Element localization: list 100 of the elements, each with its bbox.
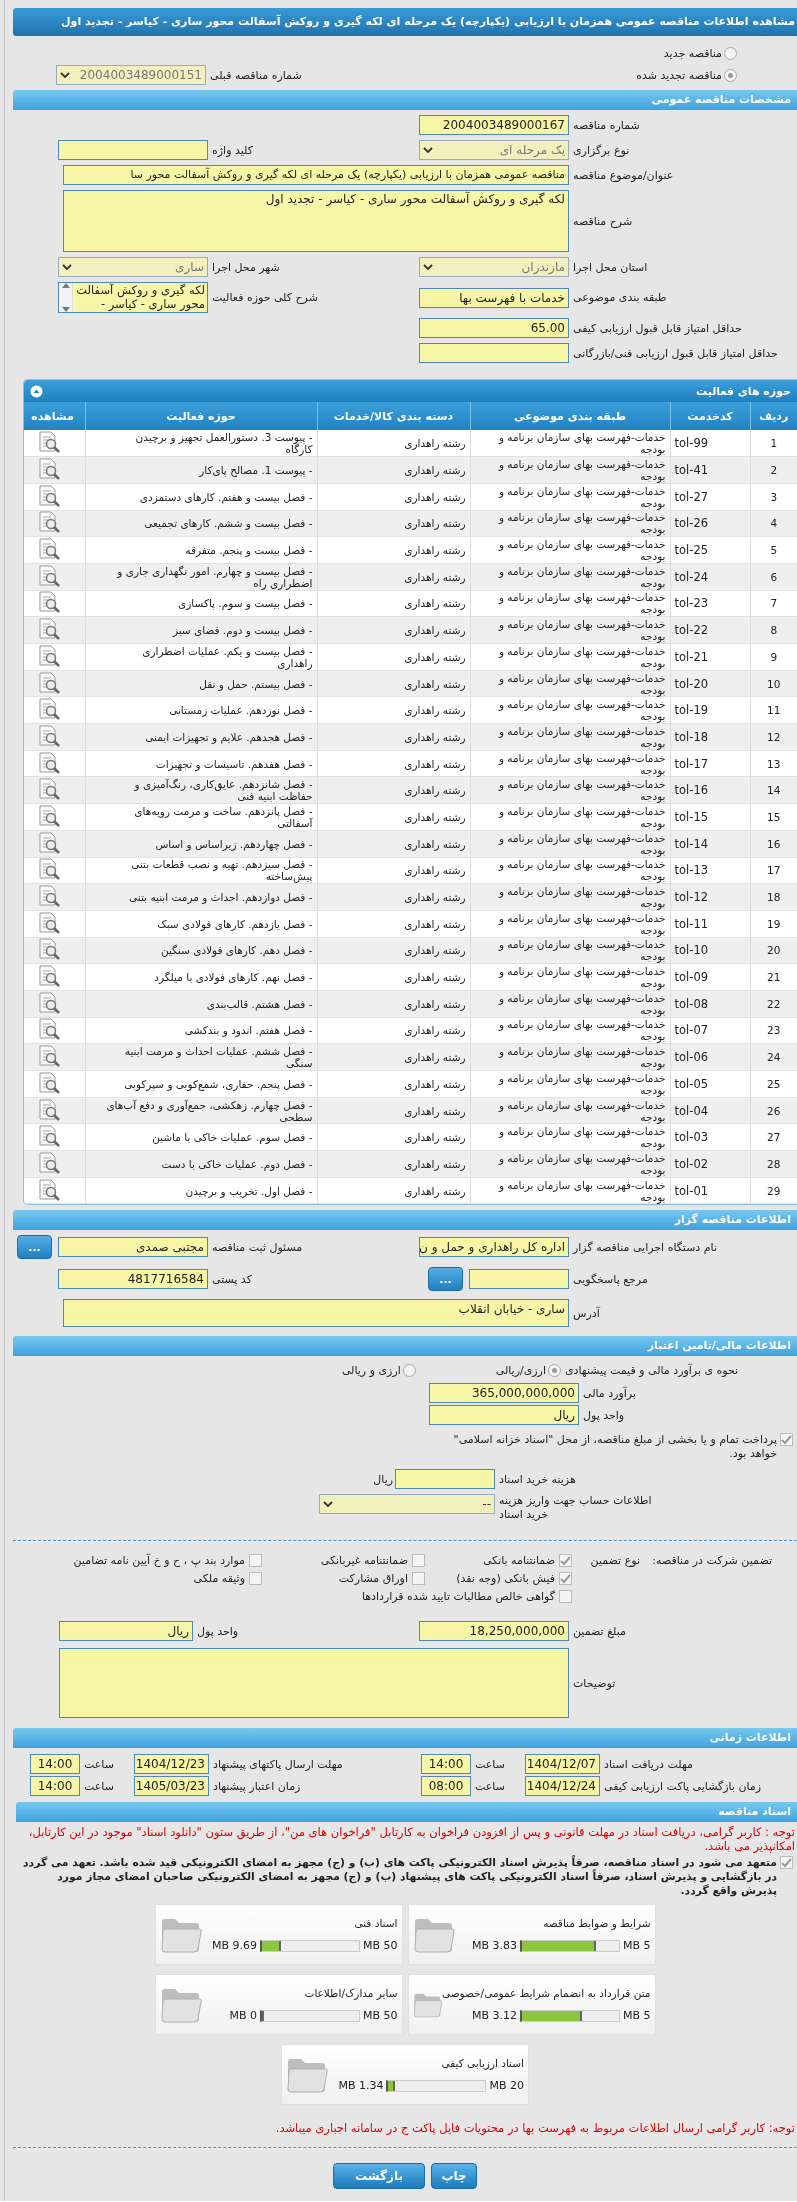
table-cell: خدمات-فهرست بهای سازمان برنامه و بودجه xyxy=(470,1017,670,1044)
table-cell: - فصل هفتم. اندود و بندکشی xyxy=(85,1017,317,1044)
input-field[interactable]: ساری - خیابان انقلاب xyxy=(63,1299,569,1328)
table-cell: tol-03 xyxy=(670,1123,750,1151)
text-area[interactable]: لکه گیری و روکش آسفالت محور ساری - کیاسر - تجدید اول xyxy=(63,190,569,252)
treasury-note: پرداخت تمام و یا بخشی از مبلغ مناقصه، از محل "اسناد خزانه اسلامی" خواهد بود. xyxy=(452,1433,777,1462)
checkbox[interactable] xyxy=(559,1554,572,1568)
input-field[interactable]: 2004003489000167 xyxy=(419,115,569,135)
table-cell: - فصل نهم. کارهای فولادی با میلگرد xyxy=(85,963,317,991)
table-cell: رشته راهداری xyxy=(317,910,470,938)
table-cell: - فصل هجدهم. علایم و تجهیزات ایمنی xyxy=(85,723,317,751)
dropdown[interactable]: یک مرحله ای xyxy=(419,140,569,160)
input-field[interactable]: 65.00 xyxy=(419,318,569,338)
field-label: توضیحات xyxy=(572,1676,617,1690)
table-cell: خدمات-فهرست بهای سازمان برنامه و بودجه xyxy=(470,1043,670,1071)
table-cell: خدمات-فهرست بهای سازمان برنامه و بودجه xyxy=(470,776,670,804)
table-cell: رشته راهداری xyxy=(317,776,470,804)
time-field[interactable]: 08:00 xyxy=(421,1776,471,1797)
input-field[interactable] xyxy=(419,343,569,363)
field-label: زمان بازگشایی پاکت ارزیابی کیفی xyxy=(603,1779,763,1793)
input-field[interactable]: 365,000,000,000 xyxy=(429,1383,579,1404)
caret-icon xyxy=(423,146,433,154)
checkbox-label: فیش بانکی (وجه نقد) xyxy=(456,1572,555,1586)
table-cell: tol-26 xyxy=(670,510,750,537)
radio-button[interactable] xyxy=(402,1363,416,1377)
panel-title: حوزه های فعالیت xyxy=(696,384,791,398)
table-cell: - فصل سیزدهم. تهیه و نصب قطعات بتنی پیش‌ساخته xyxy=(85,857,317,884)
radio-button[interactable] xyxy=(724,68,737,82)
caret-icon xyxy=(62,263,72,271)
field-label: واحد پول xyxy=(196,1624,240,1638)
input-field[interactable]: اداره کل راهداری و حمل و ن xyxy=(419,1237,569,1258)
table-cell: 11 xyxy=(750,696,797,724)
radio-button[interactable] xyxy=(724,46,737,60)
text-area[interactable] xyxy=(59,1648,569,1719)
checkbox[interactable] xyxy=(559,1572,572,1586)
time-field[interactable]: 14:00 xyxy=(30,1754,80,1775)
dropdown[interactable]: ساری xyxy=(58,257,208,277)
size-limit: 50 MB xyxy=(362,1939,398,1953)
field-label: ساعت xyxy=(474,1779,506,1793)
table-cell: 17 xyxy=(750,857,797,884)
checkbox[interactable] xyxy=(412,1572,425,1586)
input-field[interactable] xyxy=(58,140,208,160)
input-field[interactable] xyxy=(395,1469,495,1490)
table-cell: 15 xyxy=(750,803,797,831)
size-used: 3.83 MB xyxy=(471,1939,517,1953)
field-label: مهلت دریافت اسناد xyxy=(603,1757,694,1771)
table-cell: رشته راهداری xyxy=(317,1043,470,1071)
list-box[interactable]: لکه گیری و روکش آسفالت محور ساری - کیاسر - xyxy=(58,282,208,313)
input-field[interactable]: ریال xyxy=(59,1621,193,1642)
field-label: نوع تضمین xyxy=(589,1554,640,1568)
field-label: شرح کلی حوزه فعالیت xyxy=(211,291,319,304)
checkbox[interactable] xyxy=(412,1554,425,1568)
table-cell: tol-02 xyxy=(670,1150,750,1178)
table-cell: - فصل هفدهم. تاسیسات و تجهیزات xyxy=(85,750,317,777)
table-cell: tol-20 xyxy=(670,670,750,697)
time-field[interactable]: 14:00 xyxy=(30,1776,80,1797)
table-cell: - فصل بیست و پنجم. متفرقه xyxy=(85,536,317,564)
time-field[interactable]: 14:00 xyxy=(421,1754,471,1775)
table-cell: tol-05 xyxy=(670,1070,750,1098)
table-cell: tol-08 xyxy=(670,990,750,1018)
dropdown[interactable]: -- xyxy=(319,1494,495,1515)
checkbox[interactable] xyxy=(559,1590,572,1604)
table-cell: tol-10 xyxy=(670,937,750,964)
scroll-up-icon[interactable] xyxy=(61,283,70,288)
checkbox[interactable] xyxy=(780,1856,793,1870)
table-cell: 6 xyxy=(750,563,797,591)
table-cell: tol-99 xyxy=(670,430,750,457)
table-cell: خدمات-فهرست بهای سازمان برنامه و بودجه xyxy=(470,803,670,831)
dropdown[interactable]: 2004003489000151 xyxy=(56,65,206,85)
date-field[interactable]: 1404/12/23 xyxy=(134,1754,209,1775)
checkbox[interactable] xyxy=(780,1433,793,1447)
field-label: هزینه خرید اسناد xyxy=(498,1472,577,1486)
table-cell: رشته راهداری xyxy=(317,616,470,644)
scroll-down-icon[interactable] xyxy=(61,307,70,312)
checkbox[interactable] xyxy=(249,1572,262,1586)
input-field[interactable]: مجتبی صمدی xyxy=(58,1237,208,1258)
dropdown[interactable]: مازندران xyxy=(419,257,569,277)
table-cell: رشته راهداری xyxy=(317,563,470,591)
section-header: اطلاعات مالی/تامین اعتبار xyxy=(13,1336,797,1357)
input-field[interactable] xyxy=(469,1269,569,1290)
column-header: کدخدمت xyxy=(670,402,750,430)
field-label: مسئول ثبت مناقصه xyxy=(211,1240,304,1254)
date-field[interactable]: 1404/12/07 xyxy=(525,1754,600,1775)
radio-button[interactable] xyxy=(548,1363,561,1377)
table-cell: رشته راهداری xyxy=(317,1123,470,1151)
input-field[interactable]: 18,250,000,000 xyxy=(419,1621,569,1642)
input-field[interactable]: مناقصه عمومی همزمان با ارزیابی (یکپارچه) یک مرحله ای لکه گیری و روکش آسفالت محور سا xyxy=(63,165,569,185)
input-field[interactable]: خدمات با فهرست بها xyxy=(419,287,569,308)
field-label: شرح مناقصه xyxy=(572,214,634,228)
checkbox[interactable] xyxy=(249,1554,262,1568)
table-cell: 24 xyxy=(750,1043,797,1071)
table-cell: 28 xyxy=(750,1150,797,1178)
table-cell: رشته راهداری xyxy=(317,430,470,457)
input-field[interactable]: 4817716584 xyxy=(58,1269,208,1290)
date-field[interactable]: 1405/03/23 xyxy=(134,1776,209,1797)
table-cell: - فصل دهم. کارهای فولادی سنگین xyxy=(85,937,317,964)
collapse-icon[interactable] xyxy=(30,384,43,398)
date-field[interactable]: 1404/12/24 xyxy=(525,1776,600,1797)
input-field[interactable]: ریال xyxy=(429,1405,579,1426)
field-label: ساعت xyxy=(83,1757,115,1771)
